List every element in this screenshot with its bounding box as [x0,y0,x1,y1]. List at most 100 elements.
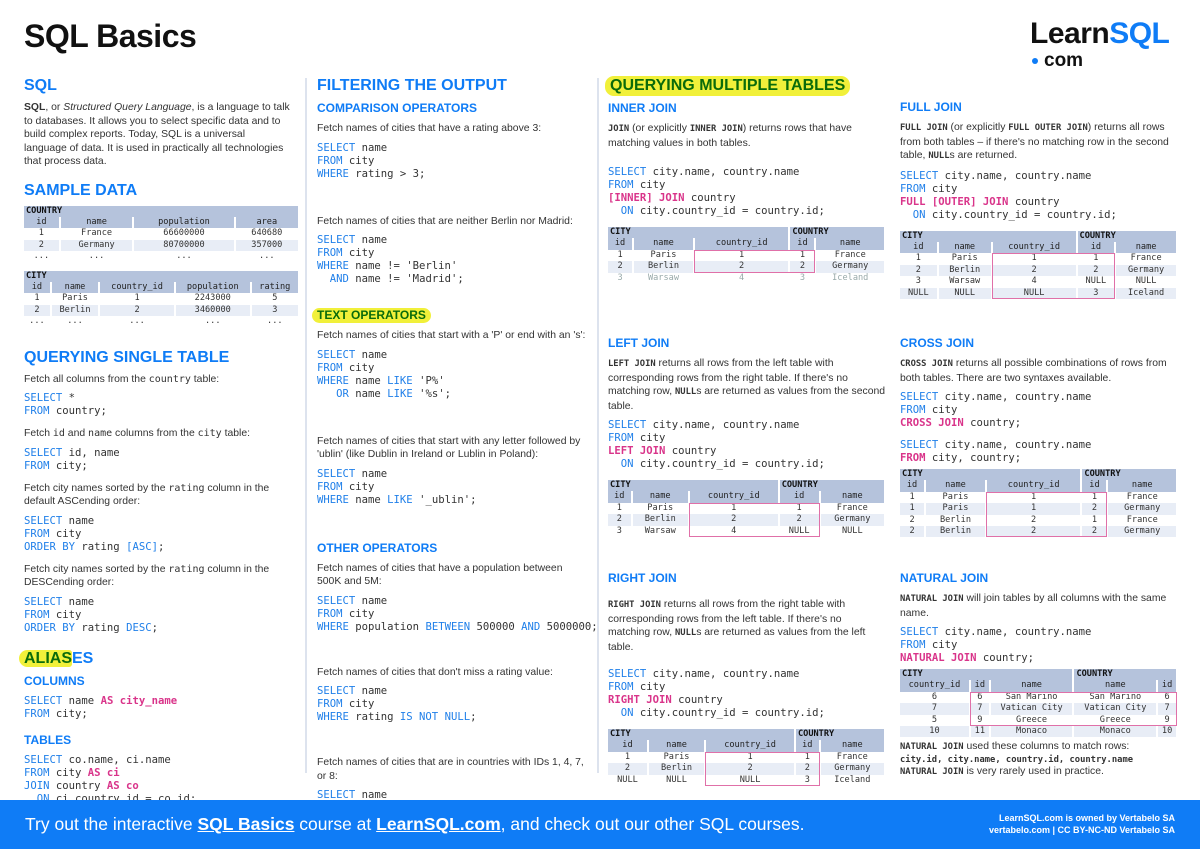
logo-dot-icon [1032,57,1038,64]
table-cell: 1 [1091,491,1098,502]
code-block: SELECT name FROM city WHERE name LIKE '_… [317,467,477,506]
table-cell: ... [88,251,105,262]
column-header: country_id [706,740,794,752]
table-cell: 2 [608,514,631,526]
table-cell: 1 [134,293,140,304]
join-table: CITY COUNTRY id name country_id id name 1 Paris 1… [898,230,1178,299]
table-cell: 10 [1158,726,1176,738]
column-header: id [779,491,819,503]
table-cell: 3 [915,276,921,287]
table-cell: Berlin [939,514,971,525]
table-cell: 11 [970,726,989,738]
table-row: 2 Berlin 2 2 Germany [608,763,884,775]
table-cell: Greece [1016,714,1048,725]
table-cell: ... [33,251,50,262]
cross-join-result-table: CITY COUNTRY id name country_id id name 1 Paris 1… [898,469,1178,538]
table-cell: 640680 [251,228,283,239]
table-row: 1 Paris 1 1 France [608,752,884,763]
join-table: CITY COUNTRY country_id id name name id 6 6 San M… [898,669,1178,738]
table-cell: 6 [931,691,938,702]
footer-banner: Try out the interactive SQL Basics cours… [0,800,1200,849]
table-cell: 1 [1031,491,1037,502]
column-divider [305,78,307,773]
table-cell: Germany [816,261,884,273]
table-cell: 7 [970,703,989,715]
table-cell: Berlin [632,514,688,526]
table-cell: ... [204,316,221,327]
table-row: NULL NULL NULL 3 Iceland [900,287,1176,299]
table-row: NULL NULL NULL 3 Iceland [608,775,884,786]
table-row: 1 Paris 1 1 France [900,253,1176,264]
table-cell: 1 [1091,514,1098,525]
table-cell: Germany [1108,526,1176,538]
code-block: SELECT name FROM city WHERE population B… [317,594,598,633]
table-cell: Paris [650,249,677,260]
table-cell: 1 [1031,253,1037,264]
city-sample-table: CITY id name country_id population rating 1 Par… [22,270,300,328]
code-block: SELECT city.name, country.name FROM city… [900,391,1092,429]
multiple-tables-heading: QUERYING MULTIPLE TABLES [605,76,886,96]
column-header: name [990,680,1073,692]
left-join-result-table: CITY COUNTRY id name country_id id name 1 Paris 1… [608,480,886,538]
table-cell: Monaco [1074,726,1157,738]
natural-join-result-table: CITY COUNTRY country_id id name name id 6 6 San M… [898,669,1178,738]
table-cell: 1 [739,249,745,260]
table-header-row: id name country_id id name [608,740,884,752]
join-table: CITY COUNTRY id name country_id id name 1 Paris 1… [898,469,1178,538]
table-cell: Berlin [926,526,985,538]
inner-join-heading: INNER JOIN [608,101,677,115]
table-cell: France [1126,514,1158,525]
table-cell: 1 [34,293,40,304]
column-1: SQL SQL, or Structured Query Language, i… [19,76,298,815]
table-row: 2 Berlin 2 3460000 3 [24,304,298,317]
table-cell: 2 [24,239,59,252]
column-header: id [1077,241,1115,254]
logo-main: Learn [1030,17,1110,50]
tables-subheading: TABLES [24,732,72,747]
table-cell: ... [176,251,192,262]
code-block: SELECT city.name, country.name FROM city… [608,668,825,719]
table-cell: France [1126,491,1158,502]
column-header: population [134,216,234,229]
table-row: 1 France 66600000 640680 [24,228,298,239]
column-header: name [632,491,688,503]
table-cell: 1 [796,502,802,513]
table-name-row: CITY [24,270,298,282]
right-join-heading: RIGHT JOIN [608,571,677,585]
join-desc: LEFT JOIN returns all rows from the left… [608,358,886,412]
learnsql-link[interactable]: LearnSQL.com [376,814,500,834]
query-desc: Fetch names of cities that are in countr… [317,757,584,782]
left-join-heading: LEFT JOIN [608,336,670,350]
table-cell: NULL [841,525,863,536]
table-cell: 2 [100,304,174,317]
table-cell: 1 [986,503,1081,515]
column-header: id [1158,680,1176,692]
sql-intro: SQL, or Structured Query Language, is a … [24,102,290,167]
table-cell: Warsaw [644,525,676,536]
query-desc: Fetch names of cities that don't miss a … [317,666,553,678]
column-header: id [24,216,59,229]
column-header: name [820,740,884,752]
learnsql-logo[interactable]: LearnSQL com [1030,18,1180,72]
table-cell: ... [29,316,45,327]
table-name-row: COUNTRY [24,205,298,217]
logo-accent: SQL [1109,17,1170,50]
table-header-row: id name country_id id name [608,238,884,250]
country-table-label: COUNTRY [795,729,884,741]
table-cell: 9 [1164,714,1170,725]
table-header-row: country_id id name name id [900,680,1176,692]
column-header: country_id [694,238,789,250]
column-header: id [970,680,989,692]
code-block: SELECT city.name, country.name FROM city… [608,166,825,217]
table-cell: 1 [38,228,44,239]
code-block: SELECT id, name FROM city; [24,446,120,472]
table-name-row: CITY COUNTRY [900,230,1176,242]
column-header: name [634,238,693,250]
table-cell: NULL [617,774,638,785]
table-cell: 1 [624,751,631,762]
table-row: 3 Warsaw 4 NULL NULL [608,526,884,537]
join-table: CITY COUNTRY id name country_id id name 1 Paris 1… [606,729,886,786]
query-desc: Fetch names of cities that are neither B… [317,215,573,227]
country-sample-table: COUNTRY id name population area 1 France 666000… [22,205,300,263]
sql-basics-course-link[interactable]: SQL Basics [197,814,294,834]
